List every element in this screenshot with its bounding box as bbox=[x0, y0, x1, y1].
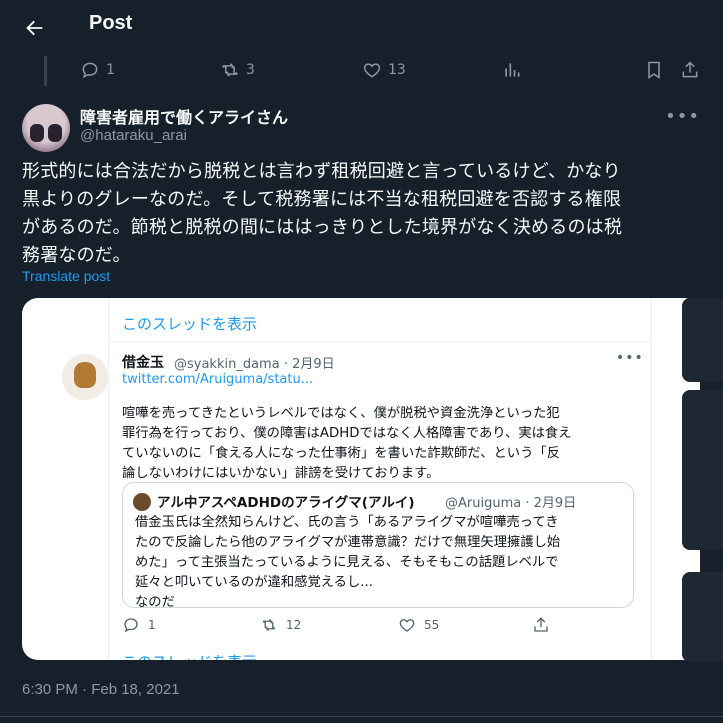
post-timestamp[interactable]: 6:30 PM · Feb 18, 2021 bbox=[22, 681, 180, 698]
embedded-text-line: 論しないわけにはいかない」誹謗を受けております。 bbox=[122, 466, 440, 481]
reply-button[interactable]: 1 bbox=[80, 58, 115, 82]
translate-post-link[interactable]: Translate post bbox=[22, 268, 110, 284]
embedded-avatar bbox=[62, 354, 108, 400]
quoted-text-line: 延々と叩いているのが違和感覚えるし... bbox=[135, 575, 373, 590]
share-icon bbox=[682, 61, 698, 78]
repost-button[interactable]: 3 bbox=[220, 58, 255, 82]
side-panel-peek bbox=[682, 390, 723, 550]
show-thread-link-bottom: このスレッドを表示 bbox=[122, 651, 257, 660]
like-button[interactable]: 13 bbox=[362, 58, 406, 82]
reply-icon bbox=[124, 618, 138, 633]
embedded-text-line: ていないのに「食える人になった仕事術」を書いた詐欺師だ、という「反 bbox=[122, 446, 560, 461]
embedded-repost: 12 bbox=[260, 616, 301, 634]
quoted-text-line: めた」って主張当たっているように見える、そもそもこの話題レベルで bbox=[135, 555, 559, 570]
views-button[interactable] bbox=[502, 58, 522, 82]
post-text-line: があるのだ。節税と脱税の間にははっきりとした境界がなく決めるのは税 bbox=[22, 217, 623, 238]
embedded-author-name: 借金玉 bbox=[122, 355, 164, 371]
post-text-line: 務署なのだ。 bbox=[22, 245, 131, 266]
embedded-text: 喧嘩を売ってきたというレベルではなく、僕が脱税や資金洗浄といった犯 罪行為を行っ… bbox=[122, 404, 642, 484]
embedded-repost-count: 12 bbox=[286, 618, 302, 632]
post-text-line: 形式的には合法だから脱税とは言わず租税回避と言っているけど、かなり bbox=[22, 161, 621, 182]
post-text: 形式的には合法だから脱税とは言わず租税回避と言っているけど、かなり 黒よりのグレ… bbox=[22, 158, 702, 270]
bookmark-icon bbox=[648, 61, 660, 79]
author-handle[interactable]: @hataraku_arai bbox=[80, 127, 187, 144]
bookmark-button[interactable] bbox=[644, 58, 664, 82]
analytics-icon bbox=[505, 63, 520, 77]
embedded-text-line: 罪行為を行っており、僕の障害はADHDではなく人格障害であり、実は食え bbox=[122, 426, 572, 441]
embedded-reply: 1 bbox=[122, 616, 156, 634]
heart-icon bbox=[363, 63, 381, 78]
quoted-text-line: なのだ bbox=[135, 595, 175, 610]
quoted-author-name: アル中アスペADHDのアライグマ(アルイ) bbox=[157, 495, 415, 511]
embedded-like: 55 bbox=[398, 616, 439, 634]
share-icon bbox=[534, 617, 548, 632]
parent-post-actions: 1 3 13 bbox=[0, 58, 723, 82]
embedded-link: twitter.com/Aruiguma/statu... bbox=[122, 372, 314, 387]
repost-icon bbox=[263, 618, 275, 632]
quoted-tweet: アル中アスペADHDのアライグマ(アルイ) @Aruiguma · 2月9日 借… bbox=[122, 482, 634, 610]
embedded-reply-count: 1 bbox=[148, 618, 156, 632]
more-options-icon[interactable]: ••• bbox=[665, 106, 700, 127]
repost-count: 3 bbox=[246, 62, 255, 78]
reply-icon bbox=[82, 62, 98, 79]
quoted-text-line: たので反論したら他のアライグマが連帯意識？だけで無理矢理擁護し始 bbox=[135, 535, 561, 550]
embedded-actions: 1 12 55 bbox=[122, 614, 642, 636]
page-title: Post bbox=[89, 12, 133, 34]
share-button[interactable] bbox=[680, 58, 700, 82]
quoted-text-line: 借金玉氏は全然知らんけど、氏の言う「あるアライグマが喧嘩売ってき bbox=[135, 515, 559, 530]
attached-image[interactable]: このスレッドを表示 借金玉 @syakkin_dama · 2月9日 twitt… bbox=[22, 298, 700, 660]
heart-icon bbox=[399, 619, 415, 632]
reply-count: 1 bbox=[106, 62, 115, 78]
quoted-avatar bbox=[133, 493, 151, 511]
like-count: 13 bbox=[388, 62, 406, 78]
embedded-more-icon: ••• bbox=[616, 350, 644, 366]
quoted-text: 借金玉氏は全然知らんけど、氏の言う「あるアライグマが喧嘩売ってき たので反論した… bbox=[135, 513, 627, 613]
avatar[interactable] bbox=[22, 104, 70, 152]
embedded-text-line: 喧嘩を売ってきたというレベルではなく、僕が脱税や資金洗浄といった犯 bbox=[122, 406, 560, 421]
arrow-left-icon bbox=[26, 20, 43, 36]
post-text-line: 黒よりのグレーなのだ。そして税務署には不当な租税回避を否認する権限 bbox=[22, 189, 622, 210]
embedded-like-count: 55 bbox=[424, 618, 440, 632]
side-panel-peek bbox=[682, 572, 723, 662]
embedded-author-handle: @syakkin_dama · 2月9日 bbox=[174, 357, 335, 372]
side-panel-peek bbox=[682, 298, 723, 382]
post-author: 障害者雇用で働くアライさん @hataraku_arai ••• bbox=[22, 100, 702, 152]
author-name[interactable]: 障害者雇用で働くアライさん bbox=[80, 104, 288, 128]
repost-icon bbox=[221, 63, 239, 77]
top-bar: Post bbox=[0, 0, 723, 53]
back-button[interactable] bbox=[20, 14, 48, 42]
quoted-author-handle: @Aruiguma · 2月9日 bbox=[445, 496, 577, 511]
show-thread-link: このスレッドを表示 bbox=[122, 315, 258, 333]
divider bbox=[108, 341, 652, 342]
divider bbox=[0, 716, 723, 717]
embedded-share bbox=[532, 616, 550, 634]
